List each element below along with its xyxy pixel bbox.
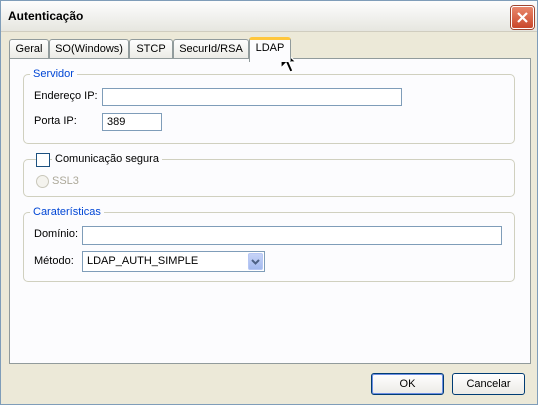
method-label: Método: (34, 255, 74, 267)
address-label: Endereço IP: (34, 90, 98, 102)
tab-stcp[interactable]: STCP (129, 39, 173, 58)
secure-group: Comunicação segura SSL3 (23, 153, 515, 197)
window-title: Autenticação (8, 9, 84, 23)
close-icon (517, 12, 528, 23)
tab-panel-ldap: Servidor Endereço IP: Porta IP: Comunica… (9, 58, 531, 364)
cancel-button[interactable]: Cancelar (452, 373, 525, 395)
servidor-legend: Servidor (30, 68, 77, 80)
close-button[interactable] (511, 6, 534, 29)
secure-label: Comunicação segura (52, 153, 162, 165)
method-select[interactable]: LDAP_AUTH_SIMPLE (82, 251, 265, 272)
servidor-group: Servidor Endereço IP: Porta IP: (23, 68, 515, 144)
ssl3-label: SSL3 (52, 175, 79, 187)
secure-checkbox[interactable] (36, 153, 50, 167)
dropdown-button[interactable] (248, 253, 263, 270)
title-bar[interactable]: Autenticação (1, 1, 537, 32)
caracteristicas-legend: Caraterísticas (30, 206, 104, 218)
ssl3-radio[interactable] (36, 175, 49, 188)
chevron-down-icon (251, 259, 260, 265)
authentication-dialog: Autenticação Geral SO(Windows) STCP Secu… (0, 0, 538, 405)
tab-securid-rsa[interactable]: SecurId/RSA (173, 39, 249, 58)
ok-button[interactable]: OK (371, 373, 444, 395)
port-input[interactable] (102, 113, 162, 131)
address-input[interactable] (102, 88, 402, 106)
method-select-value: LDAP_AUTH_SIMPLE (87, 255, 199, 267)
tab-ldap[interactable]: LDAP (249, 37, 291, 62)
caracteristicas-group: Caraterísticas Domínio: Método: LDAP_AUT… (23, 206, 515, 282)
domain-label: Domínio: (34, 228, 79, 240)
tab-geral[interactable]: Geral (9, 39, 49, 58)
domain-input[interactable] (82, 226, 502, 245)
port-label: Porta IP: (34, 115, 77, 127)
tab-so-windows[interactable]: SO(Windows) (49, 39, 129, 58)
